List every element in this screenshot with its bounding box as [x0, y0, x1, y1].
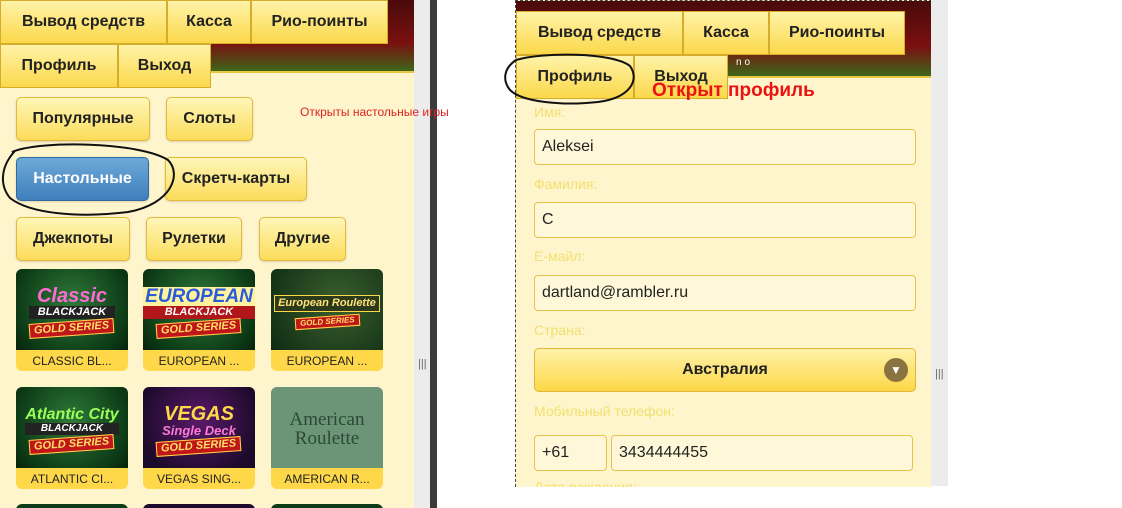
birthdate-label: Дата рождения:: [534, 479, 637, 487]
first-name-field[interactable]: Aleksei: [534, 129, 916, 165]
annotation-circle: [2, 143, 175, 216]
annotation-circle: [504, 53, 635, 105]
game-logo-title: Atlantic City: [25, 405, 119, 423]
game-card-partial: [143, 504, 255, 508]
category-slots[interactable]: Слоты: [166, 97, 253, 141]
cashier-button[interactable]: Касса: [683, 11, 769, 55]
atlantic-city-blackjack-thumbnail-icon: Atlantic City BLACKJACK GOLD SERIES: [16, 387, 128, 471]
country-select[interactable]: Австралия ▼: [534, 348, 916, 392]
game-logo-title: EUROPEAN: [143, 285, 255, 307]
cashier-button[interactable]: Касса: [167, 0, 251, 44]
game-card-partial: [16, 504, 128, 508]
game-caption: CLASSIC BL...: [16, 350, 128, 371]
gold-series-badge: GOLD SERIES: [155, 436, 243, 457]
annotation-note-right-part2: профиль: [728, 80, 815, 101]
profile-button[interactable]: Профиль: [0, 44, 118, 88]
game-caption: VEGAS SING...: [143, 468, 255, 489]
game-logo-subtitle: Roulette: [294, 428, 360, 449]
game-logo-title: VEGAS: [163, 403, 235, 425]
game-logo-title: American: [289, 409, 365, 430]
classic-blackjack-thumbnail-icon: Classic BLACKJACK GOLD SERIES: [16, 269, 128, 353]
category-popular[interactable]: Популярные: [16, 97, 150, 141]
splitter-right[interactable]: [931, 0, 948, 486]
withdraw-button[interactable]: Вывод средств: [0, 0, 167, 44]
game-logo-subtitle: BLACKJACK: [143, 305, 255, 319]
game-logo-subtitle: BLACKJACK: [25, 422, 119, 435]
country-label: Страна:: [534, 322, 586, 338]
game-card[interactable]: EUROPEAN BLACKJACK GOLD SERIES EUROPEAN …: [143, 269, 255, 371]
splitter-left[interactable]: [414, 0, 430, 508]
game-logo-subtitle: Single Deck: [162, 423, 236, 438]
gold-series-badge: GOLD SERIES: [28, 318, 116, 339]
left-panel: no Вывод средств Касса Рио-поинты Профил…: [0, 0, 414, 508]
category-roulettes[interactable]: Рулетки: [146, 217, 242, 261]
annotation-note-right: Открыт профиль: [652, 80, 815, 102]
european-blackjack-thumbnail-icon: EUROPEAN BLACKJACK GOLD SERIES: [143, 269, 255, 353]
game-logo-title: European Roulette: [274, 294, 380, 312]
game-card-partial: [271, 504, 383, 508]
country-value: Австралия: [682, 361, 768, 378]
chevron-down-icon: ▼: [884, 358, 908, 382]
game-caption: EUROPEAN ...: [271, 350, 383, 371]
category-scratch-cards[interactable]: Скретч-карты: [165, 157, 307, 201]
phone-code-field[interactable]: +61: [534, 435, 607, 471]
game-card[interactable]: VEGAS Single Deck GOLD SERIES VEGAS SING…: [143, 387, 255, 489]
splitter-grip-icon[interactable]: |||: [418, 358, 427, 370]
gold-series-badge: GOLD SERIES: [155, 317, 243, 339]
email-field[interactable]: dartland@rambler.ru: [534, 275, 916, 311]
european-roulette-thumbnail-icon: European Roulette GOLD SERIES: [271, 269, 383, 353]
phone-label: Мобильный телефон:: [534, 403, 675, 419]
game-caption: EUROPEAN ...: [143, 350, 255, 371]
gold-series-badge: GOLD SERIES: [28, 433, 116, 455]
american-roulette-thumbnail-icon: American Roulette: [271, 387, 383, 471]
rio-points-button[interactable]: Рио-поинты: [251, 0, 388, 44]
game-card[interactable]: American Roulette AMERICAN R...: [271, 387, 383, 489]
splitter-grip-icon[interactable]: |||: [935, 368, 944, 380]
phone-number-field[interactable]: 3434444455: [611, 435, 913, 471]
category-other[interactable]: Другие: [259, 217, 346, 261]
withdraw-button[interactable]: Вывод средств: [516, 11, 683, 55]
last-name-field[interactable]: C: [534, 202, 916, 238]
first-name-label: Имя:: [534, 104, 566, 120]
gold-series-badge: GOLD SERIES: [294, 313, 360, 330]
game-card[interactable]: Classic BLACKJACK GOLD SERIES CLASSIC BL…: [16, 269, 128, 371]
rio-points-button[interactable]: Рио-поинты: [769, 11, 905, 55]
vegas-single-deck-thumbnail-icon: VEGAS Single Deck GOLD SERIES: [143, 387, 255, 471]
last-name-label: Фамилия:: [534, 176, 598, 192]
annotation-note-left: Открыты настольные игры: [300, 105, 449, 119]
logout-button[interactable]: Выход: [118, 44, 211, 88]
annotation-note-right-part1: Открыт: [652, 80, 723, 101]
game-card[interactable]: Atlantic City BLACKJACK GOLD SERIES ATLA…: [16, 387, 128, 489]
logo-fragment: no: [736, 57, 754, 68]
email-label: E-майл:: [534, 248, 586, 264]
game-caption: ATLANTIC CI...: [16, 468, 128, 489]
splitter-bar: [430, 0, 437, 508]
game-logo-subtitle: BLACKJACK: [29, 306, 115, 319]
category-jackpots[interactable]: Джекпоты: [16, 217, 130, 261]
game-caption: AMERICAN R...: [271, 468, 383, 489]
game-logo-title: Classic: [36, 285, 108, 307]
game-card[interactable]: European Roulette GOLD SERIES EUROPEAN .…: [271, 269, 383, 371]
